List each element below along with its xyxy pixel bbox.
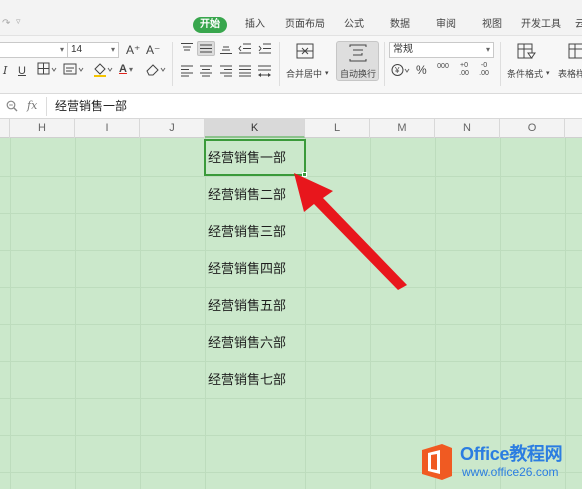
tab-formula[interactable]: 公式 — [343, 17, 365, 33]
quick-access-dropdown-icon[interactable]: ▿ — [16, 16, 21, 27]
align-top-button[interactable] — [180, 42, 194, 59]
wrap-text-icon — [349, 44, 367, 62]
currency-format-button[interactable]: ¥ — [391, 63, 411, 81]
tab-review[interactable]: 审阅 — [435, 17, 457, 33]
formula-input[interactable]: 经营销售一部 — [46, 97, 582, 116]
ribbon-toolbar: ▾ 14 ▾ A⁺ A⁻ I U A ▾ 合并居中 ▾ 自动换行 常规 ▾ ¥ … — [0, 36, 582, 94]
table-style-button[interactable] — [566, 41, 582, 61]
chevron-down-icon: ▾ — [59, 45, 64, 54]
indent-increase-button[interactable] — [258, 42, 272, 59]
table-style-label[interactable]: 表格样 — [558, 68, 582, 80]
tab-data[interactable]: 数据 — [389, 17, 411, 33]
column-header-h[interactable]: H — [10, 119, 75, 138]
shrink-font-button[interactable]: A⁻ — [146, 43, 160, 57]
paint-bucket-icon — [94, 63, 113, 77]
merge-center-label[interactable]: 合并居中 — [286, 68, 322, 80]
increase-decimal-button[interactable]: +0 .00 — [456, 62, 472, 78]
column-header-k[interactable]: K — [205, 119, 305, 138]
justify-icon — [239, 65, 251, 77]
zoom-icon[interactable] — [6, 100, 18, 112]
tab-developer[interactable]: 开发工具 — [520, 17, 562, 33]
conditional-format-label[interactable]: 条件格式 — [507, 68, 543, 80]
chevron-down-icon[interactable]: ▾ — [546, 68, 550, 80]
watermark-title: Office教程网 — [460, 444, 563, 464]
decrease-decimal-button[interactable]: -0 .00 — [476, 62, 492, 78]
distributed-align-button[interactable] — [257, 64, 272, 81]
watermark: Office教程网 www.office26.com — [410, 436, 582, 489]
thousands-separator-button[interactable]: 000 — [435, 63, 451, 71]
border-icon — [37, 62, 57, 75]
chevron-down-icon[interactable]: ▾ — [129, 63, 133, 77]
column-header-j[interactable]: J — [140, 119, 205, 138]
chevron-down-icon: ▾ — [485, 45, 490, 54]
ribbon-divider — [500, 42, 501, 86]
number-format-value: 常规 — [393, 44, 413, 55]
align-left-icon — [181, 65, 193, 77]
align-middle-icon — [200, 44, 212, 53]
ribbon-divider — [384, 42, 385, 86]
fill-pattern-button[interactable] — [63, 62, 85, 80]
align-bottom-icon — [220, 46, 232, 54]
chevron-down-icon: ▾ — [110, 45, 115, 54]
column-header-o[interactable]: O — [500, 119, 565, 138]
pattern-icon — [63, 63, 84, 75]
ribbon-tab-bar: ↷ ▿ 开始 插入 页面布局 公式 数据 审阅 视图 开发工具 云 — [0, 0, 582, 36]
wrap-text-label: 自动换行 — [340, 69, 377, 79]
align-bottom-button[interactable] — [219, 42, 233, 59]
chevron-down-icon[interactable]: ▾ — [325, 68, 329, 80]
currency-icon: ¥ — [391, 64, 410, 76]
red-arrow-icon — [294, 173, 407, 290]
italic-button[interactable]: I — [3, 64, 7, 78]
tab-insert[interactable]: 插入 — [243, 17, 267, 33]
eraser-icon — [146, 64, 166, 76]
column-header-l[interactable]: L — [305, 119, 370, 138]
clear-format-button[interactable] — [145, 62, 167, 80]
distributed-icon — [258, 65, 271, 77]
outdent-icon — [238, 43, 251, 54]
column-header-row: H I J K L M N O — [0, 119, 582, 138]
column-header-i[interactable]: I — [75, 119, 140, 138]
align-center-button[interactable] — [199, 64, 213, 81]
redo-icon[interactable]: ↷ — [2, 18, 10, 29]
row-header-corner[interactable] — [0, 119, 10, 138]
number-format-select[interactable]: 常规 ▾ — [389, 42, 494, 58]
ribbon-divider — [172, 42, 173, 86]
table-style-icon — [568, 43, 582, 59]
tab-page-layout[interactable]: 页面布局 — [285, 17, 325, 33]
justify-button[interactable] — [238, 64, 252, 81]
column-header-n[interactable]: N — [435, 119, 500, 138]
indent-decrease-button[interactable] — [238, 42, 252, 59]
tab-view[interactable]: 视图 — [481, 17, 503, 33]
conditional-format-icon — [517, 43, 536, 59]
conditional-format-button[interactable] — [515, 41, 537, 61]
font-color-button[interactable]: A — [119, 62, 127, 76]
fx-icon[interactable]: fx — [27, 99, 37, 112]
merge-cells-icon — [296, 43, 314, 59]
fill-color-button[interactable] — [92, 62, 114, 81]
merge-center-button[interactable] — [294, 41, 316, 61]
indent-icon — [258, 43, 271, 54]
align-right-button[interactable] — [219, 64, 233, 81]
grow-font-button[interactable]: A⁺ — [126, 43, 140, 57]
percent-button[interactable]: % — [416, 63, 427, 77]
watermark-url: www.office26.com — [462, 465, 559, 479]
border-button[interactable] — [37, 62, 57, 80]
font-size-select[interactable]: 14 ▾ — [67, 42, 119, 58]
align-right-icon — [220, 65, 232, 77]
office-logo-icon — [422, 444, 452, 480]
tab-start[interactable]: 开始 — [193, 17, 227, 33]
formula-bar: fx 经营销售一部 — [0, 94, 582, 119]
font-size-value: 14 — [71, 44, 83, 55]
align-left-button[interactable] — [180, 64, 194, 81]
align-top-icon — [181, 43, 193, 51]
align-center-icon — [200, 65, 212, 77]
font-name-select[interactable]: ▾ — [0, 42, 68, 58]
underline-button[interactable]: U — [18, 64, 26, 78]
align-middle-button[interactable] — [197, 41, 215, 56]
svg-text:¥: ¥ — [394, 66, 400, 75]
ribbon-divider — [279, 42, 280, 86]
wrap-text-button[interactable]: 自动换行 — [336, 41, 379, 81]
tab-cloud[interactable]: 云 — [574, 17, 582, 33]
column-header-m[interactable]: M — [370, 119, 435, 138]
